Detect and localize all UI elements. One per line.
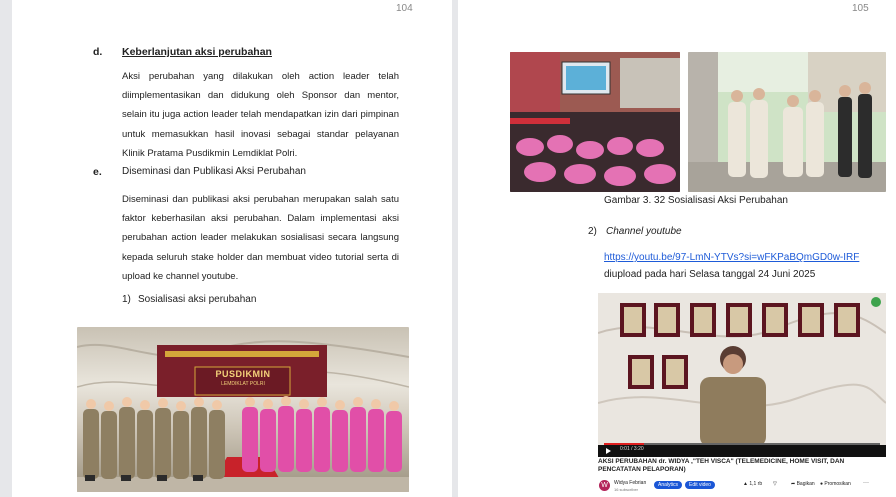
dislike-icon[interactable]: ▽: [773, 481, 777, 487]
like-button[interactable]: ▲ 1,1 rb: [743, 481, 762, 487]
subitem-1-label: Sosialisasi aksi perubahan: [138, 294, 257, 305]
video-title: AKSI PERUBAHAN dr. WIDYA ,"TEH VISCA" (T…: [598, 458, 845, 473]
subitem-2-label: Channel youtube: [606, 226, 682, 237]
more-options-icon[interactable]: ···: [863, 480, 869, 486]
seminar-photo: [510, 52, 680, 192]
analytics-button[interactable]: Analytics: [654, 481, 683, 489]
subitem-2-marker: 2): [588, 226, 597, 237]
channel-avatar[interactable]: W: [599, 480, 610, 491]
section-e-marker: e.: [93, 166, 102, 178]
promote-icon: ●: [820, 481, 824, 487]
outdoor-photo: [688, 52, 886, 192]
promote-button[interactable]: ● Promosikan: [820, 481, 851, 487]
section-d-heading: Keberlanjutan aksi perubahan: [122, 46, 272, 58]
share-label: Bagikan: [796, 481, 815, 487]
youtube-link[interactable]: https://youtu.be/97-LmN-YTVs?si=wFKPaBQm…: [604, 252, 859, 263]
upload-note: diupload pada hari Selasa tanggal 24 Jun…: [604, 269, 816, 280]
section-e-body: Diseminasi dan publikasi aksi perubahan …: [122, 194, 399, 282]
channel-name[interactable]: Widya Febrian: [614, 480, 646, 486]
subitem-1-marker: 1): [122, 294, 131, 305]
group-photo: PUSDIKMIN LEMDIKLAT POLRI: [77, 327, 409, 492]
video-time: 0:01 / 3:20: [620, 446, 644, 452]
like-count: 1,1 rb: [749, 481, 763, 487]
section-e-heading: Diseminasi dan Publikasi Aksi Perubahan: [122, 166, 306, 177]
share-icon: ➦: [791, 481, 796, 487]
document-page-105: 105 Gambar 3. 32 Sosialisasi Aksi Peruba…: [458, 0, 896, 497]
section-d-marker: d.: [93, 46, 103, 58]
section-d-body: Aksi perubahan yang dilakukan oleh actio…: [122, 71, 399, 159]
share-button[interactable]: ➦ Bagikan: [791, 481, 815, 487]
page-number: 104: [396, 3, 413, 14]
promote-label: Promosikan: [824, 481, 851, 487]
page-number: 105: [852, 3, 869, 14]
thumbs-up-icon: ▲: [743, 481, 748, 487]
video-player[interactable]: 0:01 / 3:20: [598, 293, 886, 457]
document-page-104: 104 d. Keberlanjutan aksi perubahan Aksi…: [12, 0, 452, 497]
figure-caption: Gambar 3. 32 Sosialisasi Aksi Perubahan: [604, 195, 788, 206]
subscriber-count: 16 subscriber: [614, 487, 639, 492]
edit-video-button[interactable]: Edit video: [685, 481, 715, 489]
